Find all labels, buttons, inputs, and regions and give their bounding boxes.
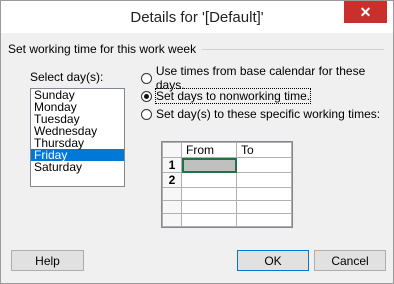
- grid-corner: [162, 142, 182, 158]
- group-label: Set working time for this work week: [8, 42, 203, 56]
- row-header: [162, 187, 182, 201]
- to-cell[interactable]: [236, 213, 292, 227]
- dialog-title: Details for '[Default]': [130, 9, 264, 26]
- radio-button-icon: [141, 108, 152, 120]
- column-header-to: To: [236, 142, 292, 158]
- from-cell[interactable]: [181, 200, 237, 214]
- title-bar: Details for '[Default]' ✕: [1, 1, 393, 33]
- radio-nonworking-time[interactable]: Set days to nonworking time.: [141, 88, 312, 104]
- details-dialog: Details for '[Default]' ✕ Set working ti…: [0, 0, 394, 284]
- to-cell[interactable]: [236, 187, 292, 201]
- row-header: [162, 200, 182, 214]
- radio-button-selected-icon: [141, 90, 152, 102]
- to-cell[interactable]: [236, 157, 292, 173]
- to-cell[interactable]: [236, 172, 292, 188]
- radio-specific-working-times[interactable]: Set day(s) to these specific working tim…: [141, 107, 380, 121]
- day-saturday[interactable]: Saturday: [31, 161, 124, 173]
- row-header: 2: [162, 172, 182, 188]
- row-header: [162, 213, 182, 227]
- radio-label: Set days to nonworking time.: [154, 88, 312, 104]
- to-cell[interactable]: [236, 200, 292, 214]
- ok-button[interactable]: OK: [237, 250, 309, 271]
- radio-label: Use times from base calendar for these d…: [155, 64, 366, 92]
- from-cell[interactable]: [181, 187, 237, 201]
- days-list[interactable]: Sunday Monday Tuesday Wednesday Thursday…: [30, 88, 125, 187]
- from-cell[interactable]: [181, 157, 237, 173]
- cancel-button[interactable]: Cancel: [314, 250, 386, 271]
- help-button[interactable]: Help: [11, 250, 84, 271]
- from-cell[interactable]: [181, 172, 237, 188]
- radio-use-base-calendar[interactable]: Use times from base calendar for these d…: [141, 64, 393, 92]
- row-header: 1: [162, 157, 182, 173]
- close-button[interactable]: ✕: [344, 1, 387, 23]
- from-cell[interactable]: [181, 213, 237, 227]
- radio-label: Set day(s) to these specific working tim…: [156, 107, 381, 121]
- select-days-label: Select day(s):: [30, 70, 104, 84]
- column-header-from: From: [181, 142, 237, 158]
- radio-button-icon: [141, 72, 152, 84]
- working-time-group: Set working time for this work week: [8, 42, 384, 56]
- working-times-grid[interactable]: From To 1 2: [161, 141, 293, 228]
